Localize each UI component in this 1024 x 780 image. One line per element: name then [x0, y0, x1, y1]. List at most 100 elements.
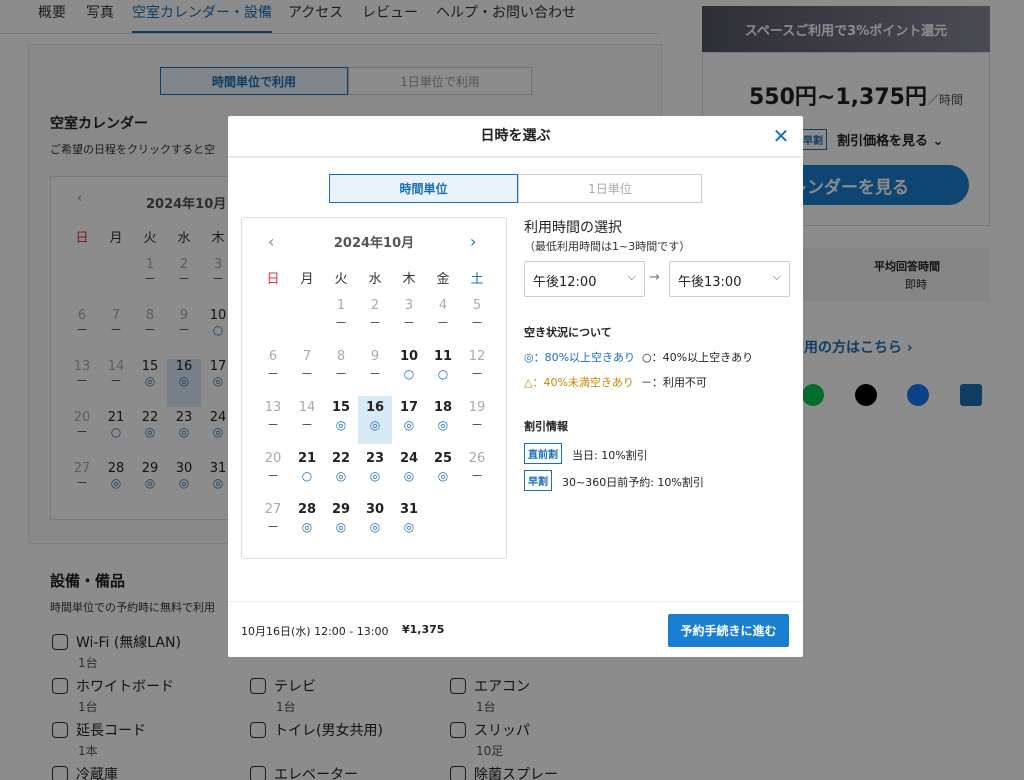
calendar-day[interactable]: 29 ◎ [324, 498, 358, 546]
calendar-day[interactable]: 15 ◎ [324, 396, 358, 444]
time-note: （最低利用時間は1~3時間です） [524, 240, 691, 253]
day-number: 22 [331, 451, 351, 466]
arrow-right-icon: → [649, 270, 660, 285]
day-number: 2 [370, 298, 380, 313]
day-number: 15 [331, 400, 351, 415]
availability-mark: － [300, 418, 313, 432]
calendar-day[interactable]: 11 ○ [426, 345, 460, 393]
day-number: 30 [365, 502, 385, 517]
calendar-day: 12 － [460, 345, 494, 393]
availability-mark: － [334, 316, 347, 330]
day-number: 21 [297, 451, 317, 466]
availability-legend-row1: ◎：80%以上空きあり ○：40%以上空きあり [524, 351, 754, 364]
calendar-day: 27 － [256, 498, 290, 546]
availability-mark: ◎ [437, 469, 449, 483]
availability-mark: － [436, 316, 449, 330]
availability-mark: － [266, 367, 279, 381]
modal-seg-day[interactable]: 1日単位 [518, 174, 702, 203]
calendar-day[interactable]: 25 ◎ [426, 447, 460, 495]
calendar-day: 19 － [460, 396, 494, 444]
next-month-icon[interactable]: › [470, 232, 476, 251]
calendar-day[interactable]: 18 ◎ [426, 396, 460, 444]
modal-seg-hour[interactable]: 時間単位 [329, 174, 518, 203]
modal-calendar: ‹ 2024年10月 › 日月火水木金土 1 － 2 － 3 － 4 － 5 － 6 － 7 － 8 － 9 － 1… [241, 217, 507, 559]
calendar-day[interactable]: 16 ◎ [358, 396, 392, 444]
modal-footer: 10月16日(水) 12:00 - 13:00 ¥1,375 予約手続きに進む [228, 601, 803, 657]
calendar-day[interactable]: 23 ◎ [358, 447, 392, 495]
weekday-label: 木 [402, 272, 416, 287]
weekday-label: 土 [470, 272, 484, 287]
calendar-day[interactable]: 24 ◎ [392, 447, 426, 495]
availability-mark: ○ [301, 469, 313, 483]
day-number: 16 [365, 400, 385, 415]
calendar-day[interactable]: 10 ○ [392, 345, 426, 393]
chevron-down-icon: ⌵ [772, 270, 781, 283]
selected-price: ¥1,375 [402, 623, 445, 636]
calendar-day[interactable]: 31 ◎ [392, 498, 426, 546]
day-number: 18 [433, 400, 453, 415]
day-number: 7 [302, 349, 312, 364]
availability-mark: ◎ [369, 418, 381, 432]
calendar-day: 13 － [256, 396, 290, 444]
availability-mark: ◎ [403, 418, 415, 432]
calendar-day: 4 － [426, 294, 460, 342]
selected-datetime: 10月16日(水) 12:00 - 13:00 [241, 625, 389, 638]
availability-mark: ◎ [335, 469, 347, 483]
availability-mark: － [470, 367, 483, 381]
availability-mark: － [334, 367, 347, 381]
weekday-label: 日 [266, 272, 280, 287]
availability-mark: ◎ [369, 520, 381, 534]
day-number: 17 [399, 400, 419, 415]
availability-mark: ◎ [369, 469, 381, 483]
calendar-day[interactable]: 17 ◎ [392, 396, 426, 444]
end-time-select[interactable]: 午後13:00 ⌵ [669, 261, 790, 297]
availability-mark: － [470, 469, 483, 483]
datetime-modal: 日時を選ぶ ✕ 時間単位 1日単位 ‹ 2024年10月 › 日月火水木金土 1… [228, 116, 803, 657]
close-icon[interactable]: ✕ [769, 124, 793, 148]
calendar-day: 26 － [460, 447, 494, 495]
calendar-day: 3 － [392, 294, 426, 342]
calendar-day: 2 － [358, 294, 392, 342]
calendar-day[interactable]: 22 ◎ [324, 447, 358, 495]
calendar-day: 1 － [324, 294, 358, 342]
availability-mark: ◎ [437, 418, 449, 432]
discount-row: 早割 30~360日前予約: 10%割引 [524, 470, 704, 491]
availability-mark: ◎ [403, 469, 415, 483]
calendar-day[interactable]: 30 ◎ [358, 498, 392, 546]
availability-mark: － [300, 367, 313, 381]
calendar-day[interactable]: 21 ○ [290, 447, 324, 495]
day-number: 5 [472, 298, 482, 313]
calendar-day: 20 － [256, 447, 290, 495]
start-time-select[interactable]: 午後12:00 ⌵ [524, 261, 645, 297]
availability-mark: ◎ [335, 520, 347, 534]
availability-mark: － [266, 469, 279, 483]
day-number: 6 [268, 349, 278, 364]
weekday-label: 火 [334, 272, 348, 287]
calendar-day[interactable]: 28 ◎ [290, 498, 324, 546]
calendar-day: 7 － [290, 345, 324, 393]
availability-mark: － [368, 367, 381, 381]
weekday-label: 月 [300, 272, 314, 287]
discount-title: 割引情報 [524, 420, 568, 433]
calendar-day: 6 － [256, 345, 290, 393]
day-number: 31 [399, 502, 419, 517]
availability-mark: － [266, 520, 279, 534]
proceed-booking-button[interactable]: 予約手続きに進む [668, 614, 789, 647]
day-number: 23 [365, 451, 385, 466]
day-number: 27 [264, 502, 282, 517]
day-number: 26 [468, 451, 486, 466]
availability-mark: － [402, 316, 415, 330]
day-number: 3 [404, 298, 414, 313]
availability-mark: ◎ [301, 520, 313, 534]
day-number: 1 [336, 298, 346, 313]
day-number: 4 [438, 298, 448, 313]
day-number: 8 [336, 349, 346, 364]
availability-mark: ◎ [403, 520, 415, 534]
day-number: 12 [468, 349, 486, 364]
day-number: 29 [331, 502, 351, 517]
day-number: 28 [297, 502, 317, 517]
availability-mark: ○ [437, 367, 449, 381]
calendar-day: 14 － [290, 396, 324, 444]
calendar-day: 8 － [324, 345, 358, 393]
day-number: 13 [264, 400, 282, 415]
